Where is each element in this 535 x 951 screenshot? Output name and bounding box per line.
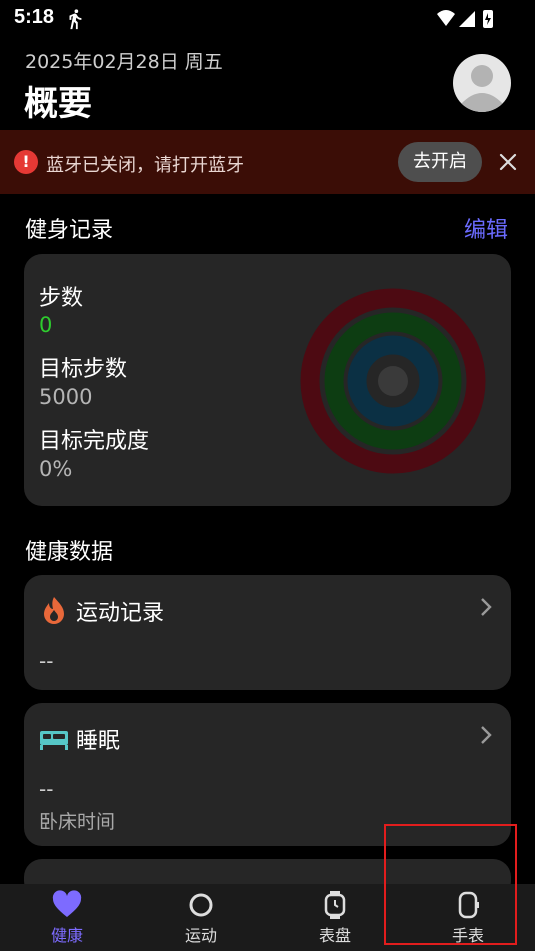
health-section-title: 健康数据 (25, 540, 114, 565)
wifi-icon (437, 10, 455, 26)
tab-health-label: 健康 (50, 926, 83, 945)
signal-icon (459, 11, 475, 27)
bed-icon (40, 731, 68, 750)
tab-watch-faces-label: 表盘 (318, 926, 351, 945)
highlight-box (384, 824, 517, 945)
date-label: 2025年02月28日 周五 (25, 51, 223, 73)
avatar[interactable] (453, 54, 511, 112)
sleep-value: -- (39, 777, 54, 801)
completion-value: 0% (39, 457, 73, 481)
tab-watch-faces[interactable]: 表盘 (268, 884, 402, 951)
steps-label: 步数 (39, 286, 84, 311)
sleep-subtitle: 卧床时间 (39, 811, 116, 833)
close-icon[interactable] (496, 150, 520, 174)
banner-message: 蓝牙已关闭，请打开蓝牙 (46, 155, 244, 176)
status-bar: 5:18 (0, 0, 535, 38)
tab-health[interactable]: 健康 (0, 884, 134, 951)
status-time: 5:18 (14, 6, 55, 28)
chevron-right-icon (481, 598, 492, 616)
bluetooth-banner: ! 蓝牙已关闭，请打开蓝牙 去开启 (0, 130, 535, 194)
workout-records-label: 运动记录 (76, 601, 165, 626)
warning-icon: ! (14, 150, 38, 174)
running-icon (69, 9, 82, 30)
user-icon (461, 65, 503, 112)
watch-face-icon (324, 891, 346, 919)
tab-workout[interactable]: 运动 (134, 884, 268, 951)
workout-records-value: -- (39, 649, 54, 673)
ring-icon (189, 893, 213, 917)
steps-value: 0 (39, 313, 53, 337)
system-icons (437, 10, 493, 28)
fire-icon (44, 597, 64, 624)
goal-steps-label: 目标步数 (39, 357, 128, 382)
activity-rings (300, 288, 486, 474)
tab-workout-label: 运动 (184, 926, 217, 945)
heart-icon (52, 890, 82, 917)
edit-button[interactable]: 编辑 (464, 212, 508, 244)
fitness-section-title: 健身记录 (25, 218, 114, 243)
goal-steps-value: 5000 (39, 385, 93, 409)
workout-records-card[interactable]: 运动记录 -- (24, 575, 511, 690)
page-title: 概要 (24, 84, 92, 124)
enable-bluetooth-button[interactable]: 去开启 (398, 142, 482, 182)
sleep-label: 睡眠 (76, 729, 121, 754)
fitness-card[interactable]: 步数 0 目标步数 5000 目标完成度 0% (24, 254, 511, 506)
completion-label: 目标完成度 (39, 429, 150, 454)
chevron-right-icon (481, 726, 492, 744)
